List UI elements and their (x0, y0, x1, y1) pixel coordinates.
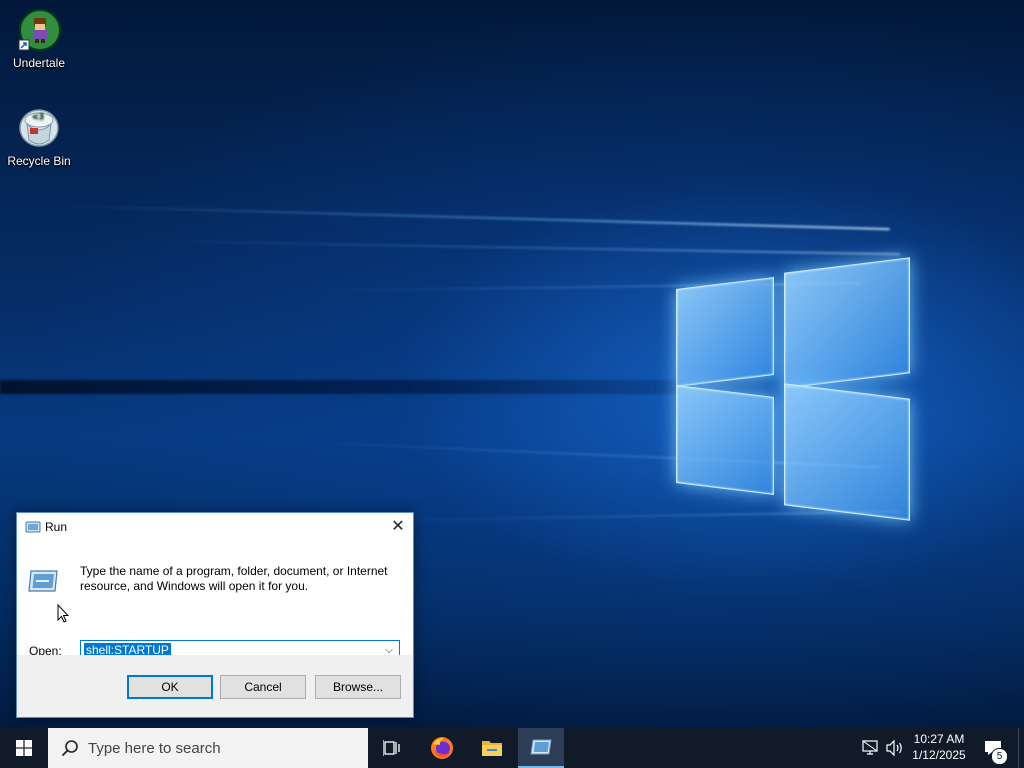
logo-pane (676, 384, 774, 496)
desktop-icon-label: Undertale (12, 56, 66, 70)
desktop-icon-label: Recycle Bin (7, 154, 71, 168)
desktop-icon-recycle-bin[interactable]: <3 Recycle Bin (1, 106, 77, 168)
close-button[interactable]: ✕ (383, 513, 413, 541)
taskbar-clock[interactable]: 10:27 AM 1/12/2025 (904, 731, 974, 763)
task-view-icon (382, 739, 401, 762)
logo-pane (784, 383, 910, 521)
cancel-button[interactable]: Cancel (220, 675, 306, 699)
start-button[interactable] (0, 728, 48, 768)
desktop-icon-undertale[interactable]: Undertale (1, 8, 77, 70)
network-icon[interactable] (862, 740, 880, 761)
clock-date: 1/12/2025 (912, 748, 966, 762)
run-title: Run (45, 520, 68, 534)
run-program-icon (27, 565, 61, 598)
action-center-button[interactable]: 5 (976, 728, 1016, 768)
run-description: Type the name of a program, folder, docu… (80, 564, 388, 593)
search-icon (61, 739, 79, 762)
taskbar-run-active[interactable] (518, 728, 564, 768)
clock-time: 10:27 AM (913, 732, 965, 746)
svg-text:<3: <3 (32, 112, 44, 121)
ok-button[interactable]: OK (127, 675, 213, 699)
mouse-cursor-icon (57, 603, 70, 629)
logo-pane (676, 276, 774, 388)
notification-badge: 5 (991, 748, 1008, 765)
run-program-icon (530, 737, 552, 762)
taskbar-firefox[interactable] (418, 728, 466, 768)
firefox-icon (430, 736, 454, 765)
undertale-icon (17, 8, 61, 52)
run-footer: OK Cancel Browse... (17, 655, 413, 717)
taskbar-search-box[interactable]: Type here to search (48, 728, 368, 768)
show-desktop-button[interactable] (1018, 728, 1024, 768)
run-dialog: Run ✕ Type the name of a program, folder… (16, 512, 414, 718)
light-beam (59, 205, 890, 231)
taskbar-file-explorer[interactable] (468, 728, 516, 768)
run-app-icon (25, 520, 41, 537)
recycle-bin-icon: <3 (17, 106, 61, 150)
windows-logo-wallpaper (672, 245, 912, 530)
task-view-button[interactable] (368, 728, 416, 768)
run-titlebar[interactable]: Run ✕ (17, 513, 413, 541)
browse-button[interactable]: Browse... (315, 675, 401, 699)
close-icon: ✕ (391, 518, 405, 535)
logo-pane (784, 257, 910, 389)
windows-start-icon (16, 740, 32, 761)
run-body: Type the name of a program, folder, docu… (17, 541, 413, 662)
folder-icon (481, 738, 503, 763)
volume-icon[interactable] (886, 739, 904, 761)
taskbar: Type here to search 10:27 AM 1/12/2025 5 (0, 728, 1024, 768)
search-placeholder: Type here to search (88, 740, 221, 757)
